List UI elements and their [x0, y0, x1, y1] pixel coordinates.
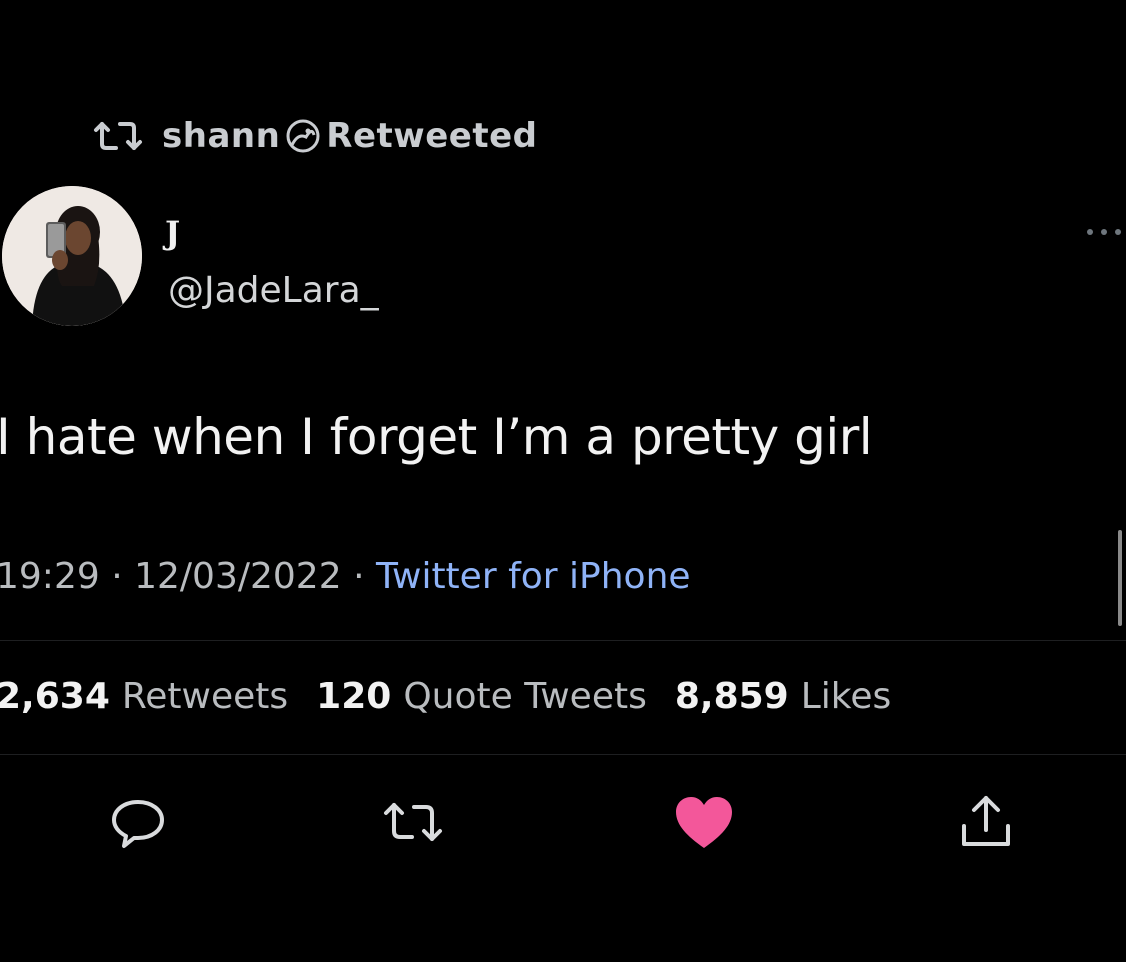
reply-icon: [112, 800, 164, 848]
share-icon: [962, 796, 1010, 846]
quote-tweets-count: 120: [316, 676, 392, 717]
likes-stat[interactable]: 8,859 Likes: [675, 676, 891, 717]
tweet-date: 12/03/2022: [134, 556, 342, 597]
more-options-icon[interactable]: [1082, 222, 1126, 242]
likes-label: Likes: [800, 676, 892, 717]
retweet-button[interactable]: [380, 790, 444, 854]
action-bar: [0, 790, 1126, 854]
user-handle[interactable]: @JadeLara_: [168, 270, 379, 311]
retweets-count: 2,634: [0, 676, 110, 717]
quote-tweets-stat[interactable]: 120 Quote Tweets: [316, 676, 647, 717]
retweets-stat[interactable]: 2,634 Retweets: [0, 676, 288, 717]
scrollbar[interactable]: [1118, 530, 1122, 626]
retweet-context[interactable]: shann Retweeted: [90, 112, 537, 160]
share-button[interactable]: [954, 790, 1018, 854]
avatar[interactable]: [2, 186, 142, 326]
divider: [0, 754, 1126, 755]
retweet-icon: [94, 122, 142, 150]
like-button[interactable]: [672, 790, 736, 854]
retweet-icon: [384, 803, 442, 841]
retweeter-name[interactable]: shann: [162, 116, 280, 156]
tweet-stats: 2,634 Retweets 120 Quote Tweets 8,859 Likes: [0, 676, 891, 717]
heart-icon: [676, 797, 732, 848]
retweeted-label: Retweeted: [326, 116, 538, 156]
reply-button[interactable]: [106, 790, 170, 854]
retweets-label: Retweets: [121, 676, 289, 717]
tweet-detail-page: shann Retweeted J @JadeLara_ I hate when…: [0, 0, 1126, 962]
display-name[interactable]: J: [165, 214, 180, 252]
dragon-emoji-icon: [286, 119, 320, 153]
quote-tweets-label: Quote Tweets: [403, 676, 647, 717]
meta-separator: ·: [111, 556, 123, 597]
likes-count: 8,859: [674, 676, 789, 717]
tweet-text: I hate when I forget I’m a pretty girl: [0, 408, 873, 466]
tweet-meta: 19:29 · 12/03/2022 · Twitter for iPhone: [0, 556, 691, 597]
meta-separator: ·: [353, 556, 365, 597]
tweet-time: 19:29: [0, 556, 100, 597]
avatar-image: [2, 186, 142, 326]
tweet-source-link[interactable]: Twitter for iPhone: [376, 556, 691, 597]
divider: [0, 640, 1126, 641]
